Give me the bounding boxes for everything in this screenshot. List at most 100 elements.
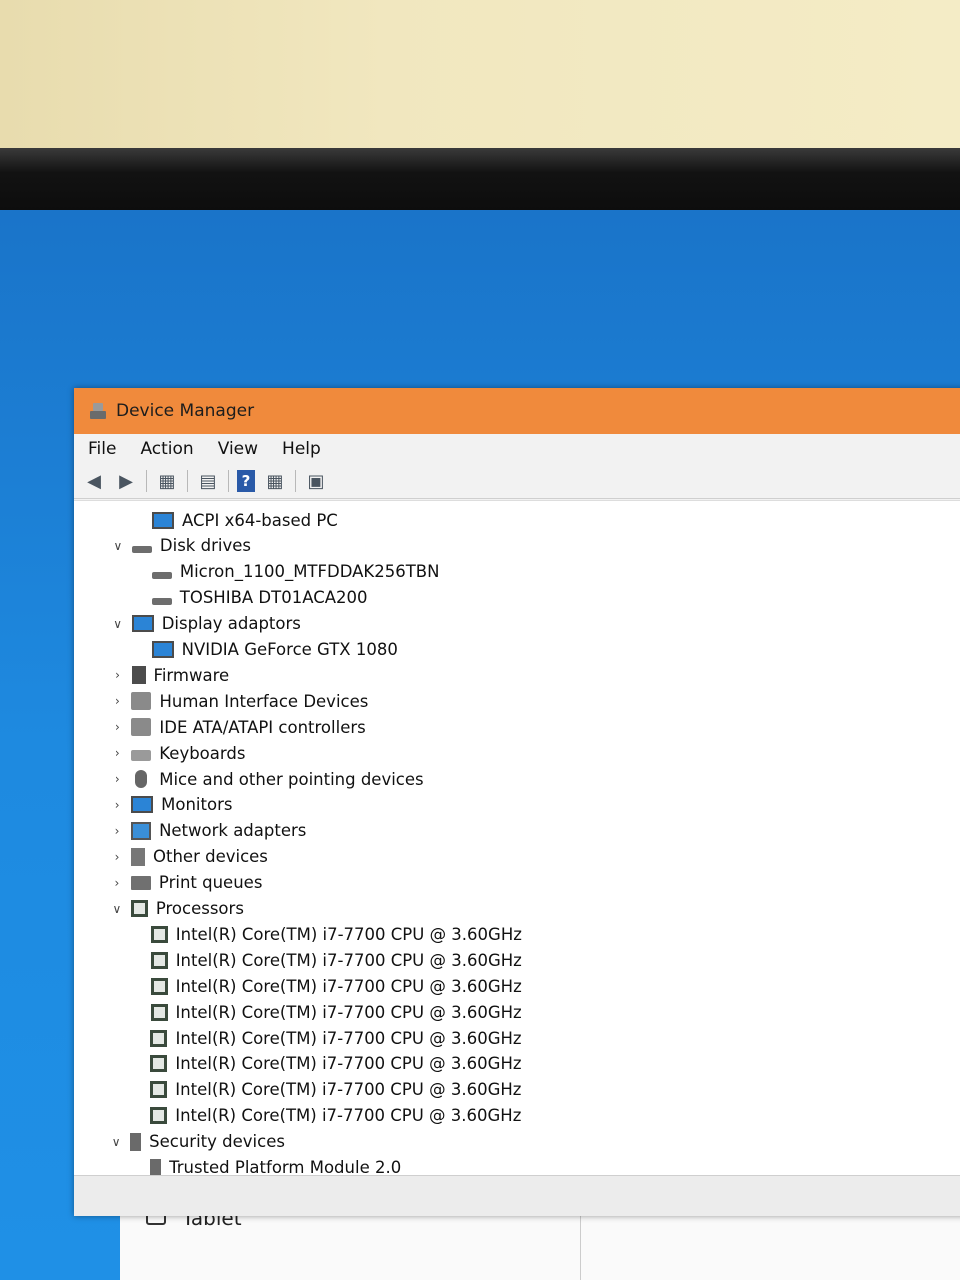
tree-device[interactable]: Trusted Platform Module 2.0 — [136, 1155, 402, 1176]
tree-item-label: Security devices — [149, 1132, 285, 1152]
tree-device[interactable]: Intel(R) Core(TM) i7-7700 CPU @ 3.60GHz — [136, 1077, 521, 1103]
tree-device[interactable]: Intel(R) Core(TM) i7-7700 CPU @ 3.60GHz — [137, 999, 522, 1025]
tree-device[interactable]: NVIDIA GeForce GTX 1080 — [138, 637, 398, 663]
background-window-divider — [580, 1210, 581, 1280]
tree-device[interactable]: Micron_1100_MTFDDAK256TBN — [138, 559, 440, 585]
tree-category[interactable]: ∨ Processors — [109, 896, 244, 922]
network-adapter-icon — [131, 821, 152, 840]
tree-item-label: Firmware — [153, 665, 230, 685]
tree-item-label: Disk drives — [159, 536, 251, 556]
tree-item-label: Intel(R) Core(TM) i7-7700 CPU @ 3.60GHz — [175, 1106, 522, 1126]
processor-icon — [130, 900, 148, 917]
tree-item-label: Micron_1100_MTFDDAK256TBN — [179, 562, 440, 582]
chevron-right-icon[interactable]: › — [109, 746, 125, 760]
chevron-right-icon[interactable]: › — [109, 798, 125, 812]
toolbar-separator — [187, 470, 188, 492]
tree-item-label: Intel(R) Core(TM) i7-7700 CPU @ 3.60GHz — [175, 1080, 522, 1100]
tree-category[interactable]: › IDE ATA/ATAPI controllers — [109, 714, 366, 740]
tree-item-label: Intel(R) Core(TM) i7-7700 CPU @ 3.60GHz — [175, 1002, 522, 1022]
chevron-right-icon[interactable]: › — [109, 720, 125, 734]
properties-icon[interactable]: ▦ — [155, 470, 179, 492]
device-manager-window: Device Manager File Action View Help ◀ ▶… — [74, 388, 960, 1216]
disk-drive-icon — [131, 546, 152, 554]
firmware-icon — [131, 666, 146, 685]
wall-background — [0, 0, 960, 150]
tree-category[interactable]: › Other devices — [109, 844, 268, 870]
printer-icon — [130, 875, 151, 890]
processor-icon — [150, 951, 168, 969]
tree-category[interactable]: › Mice and other pointing devices — [109, 766, 424, 792]
tree-category[interactable]: › Human Interface Devices — [109, 688, 368, 714]
display-adapter-icon — [131, 615, 154, 633]
tree-category[interactable]: › Firmware — [110, 662, 230, 688]
tree-item-label: Monitors — [161, 795, 233, 815]
chevron-right-icon[interactable]: › — [109, 824, 125, 838]
tree-item-label: Network adapters — [159, 821, 307, 841]
tree-category[interactable]: ∨ Display adaptors — [110, 611, 301, 637]
tree-item-label: Intel(R) Core(TM) i7-7700 CPU @ 3.60GHz — [175, 924, 522, 944]
chevron-right-icon[interactable]: › — [109, 850, 125, 864]
forward-arrow-icon[interactable]: ▶ — [114, 470, 138, 492]
tree-device[interactable]: Intel(R) Core(TM) i7-7700 CPU @ 3.60GHz — [136, 1051, 522, 1077]
disk-drive-icon — [151, 598, 172, 606]
view-icon[interactable]: ▦ — [263, 470, 287, 492]
tree-device[interactable]: Intel(R) Core(TM) i7-7700 CPU @ 3.60GHz — [137, 947, 522, 973]
ide-controller-icon — [131, 718, 152, 737]
other-devices-icon — [131, 847, 145, 866]
tree-category[interactable]: ∨ Disk drives — [110, 533, 251, 559]
back-arrow-icon[interactable]: ◀ — [82, 470, 106, 492]
tree-category[interactable]: ∨ Security devices — [108, 1129, 285, 1155]
tree-item-label: ACPI x64-based PC — [182, 510, 338, 530]
security-device-icon — [130, 1132, 142, 1151]
tree-device[interactable]: ACPI x64-based PC — [138, 507, 338, 533]
tree-device[interactable]: Intel(R) Core(TM) i7-7700 CPU @ 3.60GHz — [137, 973, 522, 999]
tree-item-label: Intel(R) Core(TM) i7-7700 CPU @ 3.60GHz — [175, 976, 522, 996]
tree-device[interactable]: TOSHIBA DT01ACA200 — [138, 585, 368, 611]
tree-item-label: Print queues — [158, 873, 263, 893]
chevron-right-icon[interactable]: › — [110, 668, 126, 682]
chevron-down-icon[interactable]: ∨ — [108, 1135, 124, 1149]
tree-category[interactable]: › Keyboards — [109, 740, 246, 766]
tree-device[interactable]: Intel(R) Core(TM) i7-7700 CPU @ 3.60GHz — [137, 921, 522, 947]
chevron-down-icon[interactable]: ∨ — [109, 902, 125, 916]
chevron-right-icon[interactable]: › — [109, 694, 125, 708]
tree-item-label: Trusted Platform Module 2.0 — [169, 1158, 402, 1176]
processor-icon — [150, 1081, 168, 1099]
scan-hardware-icon[interactable]: ▣ — [304, 470, 328, 492]
menu-bar: File Action View Help — [74, 434, 960, 464]
menu-action[interactable]: Action — [140, 439, 193, 459]
tree-item-label: Intel(R) Core(TM) i7-7700 CPU @ 3.60GHz — [175, 1028, 522, 1048]
menu-file[interactable]: File — [88, 439, 116, 459]
device-manager-icon — [88, 401, 108, 421]
chevron-right-icon[interactable]: › — [109, 772, 125, 786]
tree-category[interactable]: › Network adapters — [109, 818, 307, 844]
tree-item-label: Display adaptors — [161, 614, 301, 634]
window-title: Device Manager — [116, 401, 255, 421]
chevron-down-icon[interactable]: ∨ — [110, 617, 126, 631]
tree-item-label: IDE ATA/ATAPI controllers — [159, 717, 366, 737]
processor-icon — [150, 1003, 168, 1021]
tree-device[interactable]: Intel(R) Core(TM) i7-7700 CPU @ 3.60GHz — [136, 1103, 521, 1129]
update-driver-icon[interactable]: ▤ — [196, 470, 220, 492]
help-icon[interactable]: ? — [237, 470, 255, 492]
device-tree: ACPI x64-based PC ∨ Disk drives Micron_1100… — [74, 500, 960, 1176]
tree-category[interactable]: › Monitors — [109, 792, 233, 818]
processor-icon — [150, 1055, 168, 1073]
chevron-down-icon[interactable]: ∨ — [110, 539, 126, 553]
tree-device[interactable]: Intel(R) Core(TM) i7-7700 CPU @ 3.60GHz — [136, 1025, 522, 1051]
processor-icon — [150, 925, 168, 943]
tree-item-label: Processors — [155, 899, 244, 918]
tree-item-label: NVIDIA GeForce GTX 1080 — [181, 640, 398, 659]
menu-view[interactable]: View — [218, 439, 258, 459]
security-device-icon — [150, 1158, 162, 1176]
chevron-right-icon[interactable]: › — [109, 876, 125, 890]
menu-help[interactable]: Help — [282, 439, 321, 459]
toolbar-separator — [146, 470, 147, 492]
title-bar[interactable]: Device Manager — [74, 388, 960, 434]
monitor-icon — [131, 796, 154, 814]
tree-item-label: Other devices — [153, 847, 268, 867]
tree-item-label: Keyboards — [159, 743, 246, 763]
tree-category[interactable]: › Print queues — [109, 870, 263, 896]
toolbar: ◀ ▶ ▦ ▤ ? ▦ ▣ — [74, 464, 960, 499]
keyboard-icon — [131, 749, 152, 761]
